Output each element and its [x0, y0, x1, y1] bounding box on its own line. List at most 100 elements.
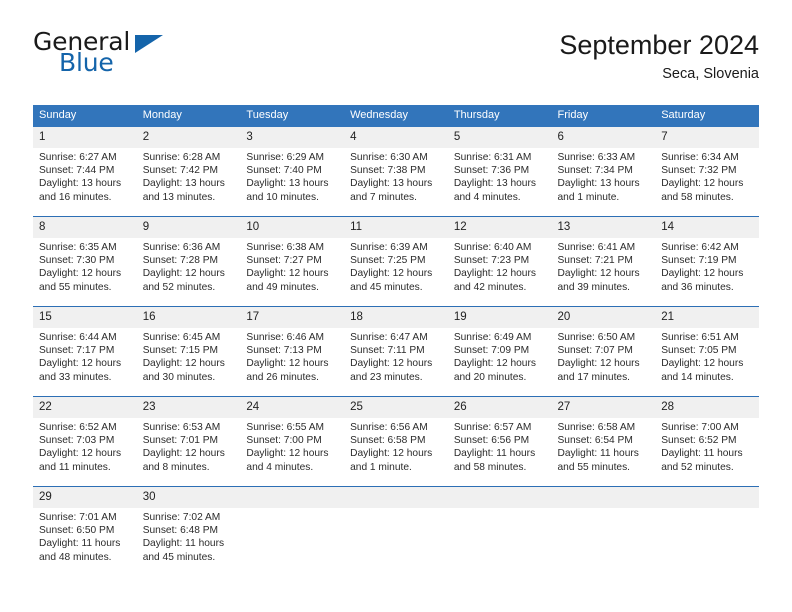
- calendar-day-cell[interactable]: 1 Sunrise: 6:27 AM Sunset: 7:44 PM Daylight…: [33, 127, 137, 217]
- calendar-day-cell[interactable]: 23 Sunrise: 6:53 AM Sunset: 7:01 PM Dayligh…: [136, 396, 241, 487]
- sunrise-text: Sunrise: 6:40 AM: [453, 242, 532, 253]
- sunrise-text: Sunrise: 6:51 AM: [661, 332, 739, 343]
- daylight-text-line2: and 17 minutes.: [557, 371, 631, 383]
- day-details: Sunrise: 6:45 AM Sunset: 7:15 PM Daylight:…: [137, 328, 241, 384]
- weekday-header-friday: Friday: [551, 105, 656, 127]
- calendar-day-cell[interactable]: 5 Sunrise: 6:31 AM Sunset: 7:36 PM Daylight…: [447, 127, 552, 217]
- calendar-day-cell[interactable]: 9 Sunrise: 6:36 AM Sunset: 7:28 PM Daylight…: [136, 216, 241, 307]
- calendar-day-cell[interactable]: 7 Sunrise: 6:34 AM Sunset: 7:32 PM Daylight…: [655, 127, 759, 217]
- daylight-text-line1: Daylight: 12 hours: [142, 268, 225, 280]
- sunset-text: Sunset: 7:27 PM: [246, 255, 322, 267]
- page-header: General Blue September 2024 Seca, Sloven…: [33, 28, 759, 94]
- sunset-text: Sunset: 7:30 PM: [39, 255, 115, 267]
- day-number: 15: [33, 307, 137, 328]
- day-details: Sunrise: 6:51 AM Sunset: 7:05 PM Daylight:…: [655, 328, 759, 384]
- daylight-text-line2: and 11 minutes.: [39, 461, 111, 473]
- calendar-day-cell[interactable]: 13 Sunrise: 6:41 AM Sunset: 7:21 PM Dayligh…: [551, 216, 656, 307]
- calendar-header-row: Sunday Monday Tuesday Wednesday Thursday…: [33, 105, 759, 127]
- calendar-day-cell[interactable]: [240, 486, 345, 576]
- day-details: Sunrise: 6:30 AM Sunset: 7:38 PM Daylight:…: [344, 148, 448, 204]
- calendar-body: 1 Sunrise: 6:27 AM Sunset: 7:44 PM Daylight…: [33, 127, 759, 576]
- calendar-day-cell[interactable]: 11 Sunrise: 6:39 AM Sunset: 7:25 PM Dayligh…: [344, 216, 448, 307]
- sunset-text: Sunset: 7:05 PM: [661, 345, 737, 357]
- calendar-day-cell[interactable]: [447, 486, 552, 576]
- sunset-text: Sunset: 7:17 PM: [39, 345, 115, 357]
- daylight-text-line2: and 55 minutes.: [39, 281, 112, 293]
- daylight-text-line1: Daylight: 13 hours: [39, 178, 122, 190]
- sunset-text: Sunset: 6:56 PM: [453, 435, 530, 447]
- calendar-day-cell[interactable]: 4 Sunrise: 6:30 AM Sunset: 7:38 PM Daylight…: [344, 127, 448, 217]
- day-number: [240, 487, 345, 508]
- sunrise-text: Sunrise: 6:53 AM: [142, 422, 221, 433]
- calendar-day-cell[interactable]: [551, 486, 656, 576]
- day-number: 7: [655, 127, 759, 148]
- calendar-day-cell[interactable]: 6 Sunrise: 6:33 AM Sunset: 7:34 PM Daylight…: [551, 127, 656, 217]
- calendar-week-row: 15 Sunrise: 6:44 AM Sunset: 7:17 PM Dayligh…: [33, 306, 759, 397]
- daylight-text-line2: and 33 minutes.: [39, 371, 112, 383]
- day-number: 23: [136, 397, 241, 418]
- daylight-text-line1: Daylight: 12 hours: [246, 358, 329, 370]
- daylight-text-line1: Daylight: 13 hours: [453, 178, 536, 190]
- daylight-text-line1: Daylight: 12 hours: [661, 178, 744, 190]
- calendar-day-cell[interactable]: 19 Sunrise: 6:49 AM Sunset: 7:09 PM Dayligh…: [447, 306, 552, 397]
- sunset-text: Sunset: 7:32 PM: [661, 165, 737, 177]
- calendar-day-cell[interactable]: 18 Sunrise: 6:47 AM Sunset: 7:11 PM Dayligh…: [344, 306, 448, 397]
- calendar-day-cell[interactable]: 15 Sunrise: 6:44 AM Sunset: 7:17 PM Dayligh…: [33, 306, 137, 397]
- day-number: 4: [344, 127, 448, 148]
- calendar-day-cell[interactable]: [655, 486, 759, 576]
- calendar-day-cell[interactable]: 20 Sunrise: 6:50 AM Sunset: 7:07 PM Dayligh…: [551, 306, 656, 397]
- title-block: September 2024 Seca, Slovenia: [559, 28, 759, 84]
- sunset-text: Sunset: 6:58 PM: [350, 435, 426, 447]
- sunrise-text: Sunrise: 6:50 AM: [557, 332, 636, 343]
- calendar-day-cell[interactable]: 26 Sunrise: 6:57 AM Sunset: 6:56 PM Dayligh…: [447, 396, 552, 487]
- calendar-day-cell[interactable]: 27 Sunrise: 6:58 AM Sunset: 6:54 PM Dayligh…: [551, 396, 656, 487]
- sunrise-text: Sunrise: 6:42 AM: [661, 242, 739, 253]
- daylight-text-line1: Daylight: 12 hours: [39, 358, 122, 370]
- daylight-text-line1: Daylight: 12 hours: [557, 268, 640, 280]
- calendar-day-cell[interactable]: 24 Sunrise: 6:55 AM Sunset: 7:00 PM Dayligh…: [240, 396, 345, 487]
- sunrise-text: Sunrise: 6:44 AM: [39, 332, 117, 343]
- day-number: [447, 487, 552, 508]
- sunset-text: Sunset: 7:11 PM: [350, 345, 425, 357]
- calendar-day-cell[interactable]: 30 Sunrise: 7:02 AM Sunset: 6:48 PM Dayligh…: [136, 486, 241, 576]
- calendar-page: General Blue September 2024 Seca, Sloven…: [0, 0, 792, 612]
- calendar-day-cell[interactable]: 29 Sunrise: 7:01 AM Sunset: 6:50 PM Dayligh…: [33, 486, 137, 576]
- calendar-day-cell[interactable]: 28 Sunrise: 7:00 AM Sunset: 6:52 PM Dayligh…: [655, 396, 759, 487]
- day-details: Sunrise: 6:35 AM Sunset: 7:30 PM Daylight:…: [33, 238, 137, 294]
- day-details: Sunrise: 6:39 AM Sunset: 7:25 PM Daylight:…: [344, 238, 448, 294]
- day-details: Sunrise: 6:34 AM Sunset: 7:32 PM Daylight:…: [655, 148, 759, 204]
- daylight-text-line2: and 52 minutes.: [142, 281, 216, 293]
- sunrise-text: Sunrise: 6:38 AM: [246, 242, 324, 253]
- calendar-day-cell[interactable]: 22 Sunrise: 6:52 AM Sunset: 7:03 PM Dayligh…: [33, 396, 137, 487]
- calendar-day-cell[interactable]: 21 Sunrise: 6:51 AM Sunset: 7:05 PM Dayligh…: [655, 306, 759, 397]
- daylight-text-line1: Daylight: 11 hours: [39, 538, 121, 550]
- sunset-text: Sunset: 7:21 PM: [557, 255, 633, 267]
- calendar-day-cell[interactable]: 2 Sunrise: 6:28 AM Sunset: 7:42 PM Daylight…: [136, 127, 241, 217]
- daylight-text-line2: and 49 minutes.: [246, 281, 319, 293]
- calendar-day-cell[interactable]: 12 Sunrise: 6:40 AM Sunset: 7:23 PM Dayligh…: [447, 216, 552, 307]
- daylight-text-line2: and 45 minutes.: [142, 551, 216, 563]
- calendar-day-cell[interactable]: 3 Sunrise: 6:29 AM Sunset: 7:40 PM Daylight…: [240, 127, 345, 217]
- daylight-text-line1: Daylight: 12 hours: [661, 358, 744, 370]
- calendar-day-cell[interactable]: 25 Sunrise: 6:56 AM Sunset: 6:58 PM Dayligh…: [344, 396, 448, 487]
- day-number: 30: [136, 487, 241, 508]
- calendar-day-cell[interactable]: 14 Sunrise: 6:42 AM Sunset: 7:19 PM Dayligh…: [655, 216, 759, 307]
- sunrise-text: Sunrise: 6:31 AM: [453, 152, 532, 163]
- calendar-week-row: 1 Sunrise: 6:27 AM Sunset: 7:44 PM Daylight…: [33, 127, 759, 217]
- calendar-day-cell[interactable]: 16 Sunrise: 6:45 AM Sunset: 7:15 PM Dayligh…: [136, 306, 241, 397]
- calendar-day-cell[interactable]: 17 Sunrise: 6:46 AM Sunset: 7:13 PM Dayligh…: [240, 306, 345, 397]
- daylight-text-line2: and 16 minutes.: [39, 191, 112, 203]
- sunset-text: Sunset: 6:50 PM: [39, 525, 115, 537]
- daylight-text-line1: Daylight: 12 hours: [350, 358, 433, 370]
- sunset-text: Sunset: 7:34 PM: [557, 165, 633, 177]
- daylight-text-line2: and 39 minutes.: [557, 281, 631, 293]
- calendar-day-cell[interactable]: [344, 486, 448, 576]
- day-number: 11: [344, 217, 448, 238]
- calendar-day-cell[interactable]: 8 Sunrise: 6:35 AM Sunset: 7:30 PM Daylight…: [33, 216, 137, 307]
- sunrise-text: Sunrise: 6:36 AM: [142, 242, 221, 253]
- day-details: Sunrise: 7:02 AM Sunset: 6:48 PM Daylight:…: [137, 508, 241, 564]
- calendar-day-cell[interactable]: 10 Sunrise: 6:38 AM Sunset: 7:27 PM Dayligh…: [240, 216, 345, 307]
- day-number: 27: [551, 397, 656, 418]
- sunrise-text: Sunrise: 6:39 AM: [350, 242, 428, 253]
- daylight-text-line1: Daylight: 12 hours: [453, 358, 536, 370]
